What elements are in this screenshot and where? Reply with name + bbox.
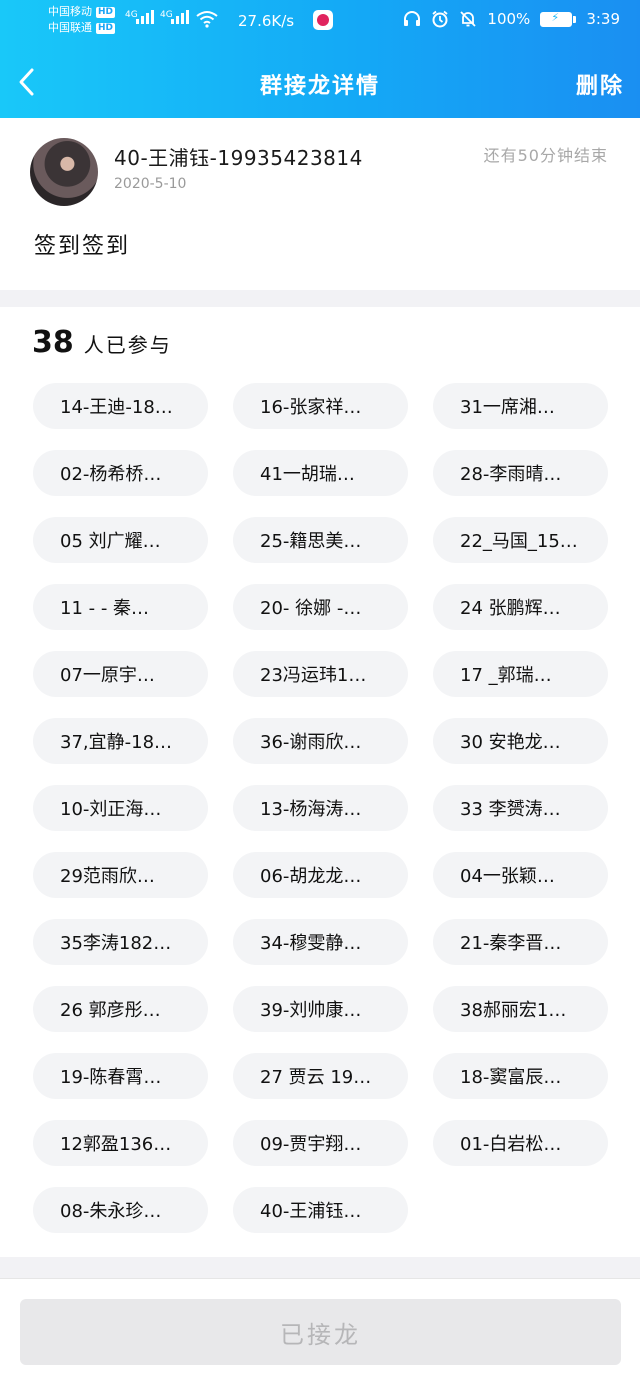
network-speed: 27.6K/s — [238, 12, 295, 30]
participant-chip[interactable]: 31一席湘… — [433, 383, 608, 429]
post-content: 签到签到 — [34, 234, 131, 259]
participant-chip[interactable]: 17 _郭瑞… — [433, 651, 608, 697]
participant-count: 38 人已参与 — [32, 325, 172, 360]
mute-bell-icon — [460, 11, 477, 27]
participant-chip[interactable]: 08-朱永珍… — [33, 1187, 208, 1233]
hd-badge: HD — [96, 6, 116, 18]
participant-chip[interactable]: 22_马国_15… — [433, 517, 608, 563]
participant-chip[interactable]: 23冯运玮1… — [233, 651, 408, 697]
avatar[interactable] — [30, 138, 98, 206]
participant-grid: 14-王迪-18… 16-张家祥… 31一席湘… 02-杨希桥… 41一胡瑞… 28-李雨… — [33, 383, 608, 1233]
carrier-1: 中国移动 — [48, 5, 92, 18]
participant-chip[interactable]: 29范雨欣… — [33, 852, 208, 898]
participant-chip[interactable]: 13-杨海涛… — [233, 785, 408, 831]
participant-chip[interactable]: 27 贾云 19… — [233, 1053, 408, 1099]
participant-chip[interactable]: 16-张家祥… — [233, 383, 408, 429]
time-remaining: 还有50分钟结束 — [483, 146, 608, 165]
participant-chip[interactable]: 41一胡瑞… — [233, 450, 408, 496]
participant-chip[interactable]: 10-刘正海… — [33, 785, 208, 831]
page-title: 群接龙详情 — [259, 74, 380, 99]
participant-chip[interactable]: 18-窦富辰… — [433, 1053, 608, 1099]
participant-chip[interactable]: 34-穆雯静… — [233, 919, 408, 965]
participant-chip[interactable]: 07一原宇… — [33, 651, 208, 697]
back-button[interactable] — [6, 62, 46, 102]
participant-chip[interactable]: 37,宜静-18… — [33, 718, 208, 764]
battery-icon — [540, 11, 577, 27]
signal-icon — [136, 10, 154, 24]
participant-chip[interactable]: 05 刘广耀… — [33, 517, 208, 563]
participant-chip[interactable]: 28-李雨晴… — [433, 450, 608, 496]
signal-icon — [171, 10, 189, 24]
participant-chip[interactable]: 33 李赟涛… — [433, 785, 608, 831]
participant-chip[interactable]: 39-刘帅康… — [233, 986, 408, 1032]
hd-badge: HD — [96, 22, 116, 34]
participant-chip[interactable]: 11 - - 秦… — [33, 584, 208, 630]
author-name: 40-王浦钰-19935423814 — [114, 146, 363, 170]
app-header: 中国移动 HD 中国联通 HD 4G 4G 27.6K/s 100% ⚡ 3:3… — [0, 0, 640, 118]
participant-chip[interactable]: 19-陈春霄… — [33, 1053, 208, 1099]
participant-chip[interactable]: 06-胡龙龙… — [233, 852, 408, 898]
alarm-icon — [432, 10, 448, 28]
participant-chip[interactable]: 20- 徐娜 -… — [233, 584, 408, 630]
chevron-left-icon — [19, 68, 34, 96]
participant-chip[interactable]: 14-王迪-18… — [33, 383, 208, 429]
post-card: 40-王浦钰-19935423814 2020-5-10 还有50分钟结束 签到… — [0, 118, 640, 290]
participant-count-number: 38 — [32, 325, 74, 360]
wifi-icon — [196, 11, 218, 28]
participant-chip[interactable]: 38郝丽宏1… — [433, 986, 608, 1032]
participant-chip[interactable]: 30 安艳龙… — [433, 718, 608, 764]
participant-chip[interactable]: 04一张颖… — [433, 852, 608, 898]
participant-chip[interactable]: 01-白岩松… — [433, 1120, 608, 1166]
status-bar: 中国移动 HD 中国联通 HD 4G 4G 27.6K/s 100% ⚡ 3:3… — [0, 0, 640, 44]
participant-chip[interactable]: 35李涛182… — [33, 919, 208, 965]
participant-chip[interactable]: 40-王浦钰… — [233, 1187, 408, 1233]
post-date: 2020-5-10 — [114, 176, 187, 192]
clock: 3:39 — [586, 10, 620, 28]
carrier-2: 中国联通 — [48, 21, 92, 34]
participants-section: 38 人已参与 14-王迪-18… 16-张家祥… 31一席湘… 02-杨希桥… 41一… — [0, 307, 640, 1257]
participant-chip[interactable]: 09-贾宇翔… — [233, 1120, 408, 1166]
carrier-info: 中国移动 HD 中国联通 HD — [48, 4, 116, 36]
participant-chip[interactable]: 24 张鹏辉… — [433, 584, 608, 630]
participant-chip[interactable]: 02-杨希桥… — [33, 450, 208, 496]
headphones-icon — [404, 11, 421, 26]
bottom-bar: 已接龙 — [0, 1278, 640, 1386]
participant-chip[interactable]: 21-秦李晋… — [433, 919, 608, 965]
app-notification-icon — [313, 10, 333, 30]
delete-button[interactable]: 删除 — [576, 68, 624, 100]
participant-chip[interactable]: 36-谢雨欣… — [233, 718, 408, 764]
participant-chip[interactable]: 25-籍思美… — [233, 517, 408, 563]
battery-percent: 100% — [487, 10, 531, 28]
participant-count-label: 人已参与 — [83, 333, 172, 357]
joined-button[interactable]: 已接龙 — [20, 1299, 621, 1365]
nav-bar: 群接龙详情 删除 — [0, 58, 640, 106]
participant-chip[interactable]: 12郭盈136… — [33, 1120, 208, 1166]
participant-chip[interactable]: 26 郭彦彤… — [33, 986, 208, 1032]
